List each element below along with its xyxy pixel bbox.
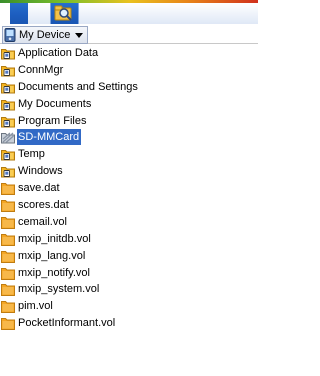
system-folder-icon (1, 80, 15, 94)
file-icon (1, 181, 15, 196)
list-item-label: Documents and Settings (18, 80, 138, 93)
file-icon (1, 282, 15, 297)
file-explorer-window: My Device Application Data ConnMgr Documen… (0, 0, 258, 376)
list-item-label: Application Data (18, 47, 99, 59)
list-item-label: cemail.vol (18, 215, 67, 228)
file-icon (1, 232, 15, 246)
list-item[interactable]: mxip_lang.vol (0, 248, 258, 265)
list-item-label: mxip_notify.vol (18, 266, 90, 279)
location-bar: My Device (0, 25, 258, 44)
file-icon (1, 316, 15, 331)
list-item[interactable]: Application Data (0, 45, 258, 62)
list-item[interactable]: mxip_initdb.vol (0, 231, 258, 248)
toolbar-tab-left (28, 3, 51, 24)
system-folder-icon (1, 63, 15, 77)
file-icon (1, 299, 15, 314)
list-item-label: save.dat (18, 182, 60, 195)
device-icon (4, 28, 16, 42)
list-item[interactable]: save.dat (0, 180, 258, 197)
toolbar-left-edge (0, 3, 10, 24)
list-item-label: mxip_system.vol (18, 283, 100, 296)
list-item[interactable]: SD-MMCard (0, 129, 258, 146)
find-button[interactable] (54, 3, 74, 23)
list-item[interactable]: PocketInformant.vol (0, 315, 258, 332)
system-folder-icon (1, 114, 15, 128)
list-item[interactable]: Documents and Settings (0, 79, 258, 96)
system-folder-icon (1, 97, 15, 111)
list-item[interactable]: pim.vol (0, 298, 258, 315)
file-icon (1, 249, 15, 263)
list-item[interactable]: My Documents (0, 96, 258, 113)
list-item[interactable]: scores.dat (0, 197, 258, 214)
list-item-label: SD-MMCard (17, 129, 82, 146)
list-item-label: mxip_initdb.vol (18, 232, 91, 245)
list-item[interactable]: Temp (0, 146, 258, 163)
storage-card-icon (1, 130, 15, 144)
file-list: Application Data ConnMgr Documents and Set… (0, 45, 258, 332)
toolbar-tab-right (78, 3, 239, 24)
list-item-label: Program Files (18, 114, 87, 127)
list-item-label: mxip_lang.vol (18, 249, 86, 262)
location-dropdown[interactable]: My Device (2, 26, 89, 44)
list-item-label: scores.dat (18, 199, 69, 212)
location-label: My Device (19, 29, 71, 41)
list-item[interactable]: mxip_notify.vol (0, 265, 258, 282)
list-item[interactable]: cemail.vol (0, 214, 258, 231)
list-item-label: ConnMgr (18, 63, 64, 76)
list-item-label: PocketInformant.vol (18, 317, 116, 330)
system-folder-icon (1, 46, 15, 60)
system-folder-icon (1, 147, 15, 161)
list-item-label: Windows (18, 165, 63, 178)
list-item-label: Temp (18, 148, 45, 161)
file-icon (1, 215, 15, 229)
list-item-label: My Documents (18, 97, 92, 110)
file-icon (1, 266, 15, 280)
file-icon (1, 198, 15, 213)
list-item[interactable]: ConnMgr (0, 62, 258, 79)
list-item[interactable]: mxip_system.vol (0, 281, 258, 298)
search-folder-icon (54, 5, 72, 21)
system-folder-icon (1, 164, 15, 178)
list-item-label: pim.vol (18, 300, 53, 313)
list-item[interactable]: Program Files (0, 113, 258, 130)
top-toolbar (0, 0, 258, 24)
list-item[interactable]: Windows (0, 163, 258, 180)
toolbar-right-edge (238, 3, 258, 24)
chevron-down-icon (75, 32, 84, 38)
